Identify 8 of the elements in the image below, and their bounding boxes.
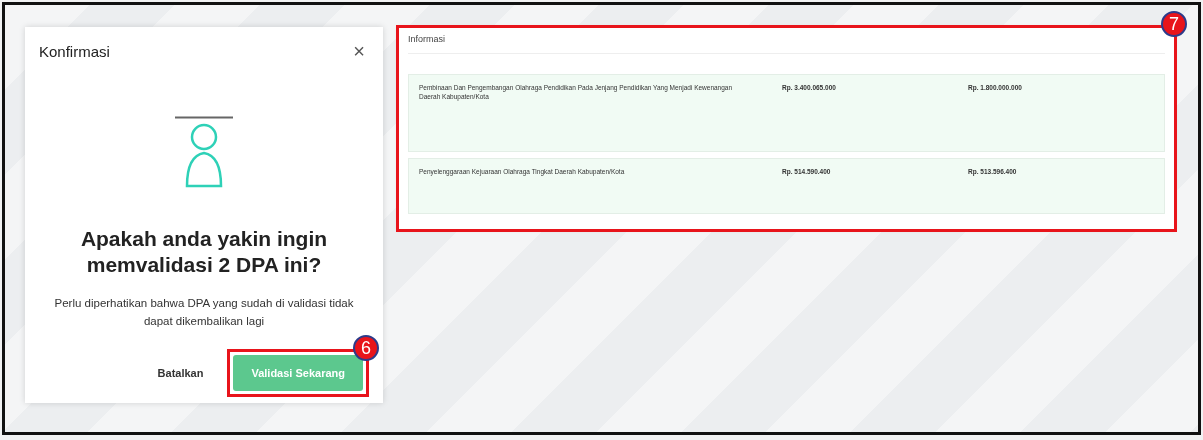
step-number: 7: [1161, 11, 1187, 37]
cancel-button[interactable]: Batalkan: [151, 363, 210, 382]
panel-title: Informasi: [408, 33, 1165, 54]
user-icon: [173, 115, 235, 188]
dialog-title: Konfirmasi: [39, 42, 110, 62]
warning-note: Perlu diperhatikan bahwa DPA yang sudah di validasi tidak dapat dikembalikan lagi: [54, 296, 354, 330]
close-button[interactable]: ×: [349, 41, 369, 61]
confirmation-question: Apakah anda yakin ingin memvalidasi 2 DPA ini?: [79, 225, 329, 278]
